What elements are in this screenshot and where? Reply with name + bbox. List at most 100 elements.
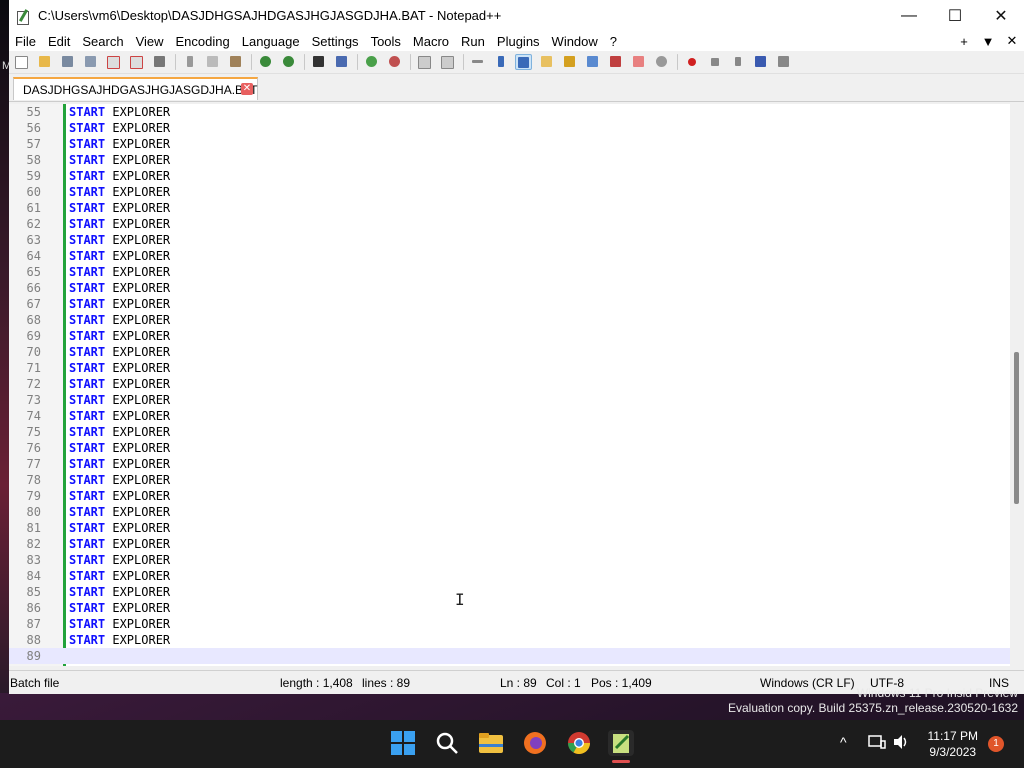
stop-recording-icon[interactable]	[706, 54, 723, 70]
close-all-icon[interactable]	[128, 54, 145, 70]
indent-guide-icon[interactable]	[515, 54, 532, 70]
code-line[interactable]: 72 START EXPLORER	[9, 376, 1010, 392]
code-line[interactable]: 70 START EXPLORER	[9, 344, 1010, 360]
tray-overflow-chevron-icon[interactable]: ^	[840, 734, 847, 750]
windows-start-icon[interactable]	[390, 730, 416, 756]
notepad-plus-plus-taskbar-icon[interactable]	[608, 730, 634, 763]
title-bar[interactable]: C:\Users\vm6\Desktop\DASJDHGSAJHDGASJHGJ…	[9, 0, 1024, 31]
sync-horizontal-icon[interactable]	[439, 54, 456, 70]
menu-file[interactable]: File	[9, 34, 42, 49]
code-line[interactable]: 62 START EXPLORER	[9, 216, 1010, 232]
firefox-icon[interactable]	[522, 730, 548, 756]
menu-edit[interactable]: Edit	[42, 34, 76, 49]
notification-badge[interactable]: 1	[988, 736, 1004, 752]
menu-view[interactable]: View	[130, 34, 170, 49]
tab-list-dropdown-button[interactable]: ▼	[976, 34, 1000, 49]
document-map-icon[interactable]	[584, 54, 601, 70]
run-macro-multiple-icon[interactable]	[752, 54, 769, 70]
code-line[interactable]: 56 START EXPLORER	[9, 120, 1010, 136]
code-line[interactable]: 64 START EXPLORER	[9, 248, 1010, 264]
close-button[interactable]: ✕	[978, 0, 1024, 31]
code-line[interactable]: 63 START EXPLORER	[9, 232, 1010, 248]
word-wrap-icon[interactable]	[469, 54, 486, 70]
editor-area[interactable]: 55 START EXPLORER 56 START EXPLORER 57 START …	[9, 104, 1024, 666]
code-line[interactable]: 58 START EXPLORER	[9, 152, 1010, 168]
redo-icon[interactable]	[280, 54, 297, 70]
code-line[interactable]: 88 START EXPLORER	[9, 632, 1010, 648]
close-document-button[interactable]: ✕	[1000, 33, 1024, 49]
network-icon[interactable]	[868, 734, 886, 753]
file-explorer-icon[interactable]	[478, 730, 504, 756]
user-defined-language-icon[interactable]	[538, 54, 555, 70]
folder-as-workspace-icon[interactable]	[630, 54, 647, 70]
code-line[interactable]: 84 START EXPLORER	[9, 568, 1010, 584]
code-line[interactable]: 82 START EXPLORER	[9, 536, 1010, 552]
function-list-icon[interactable]	[607, 54, 624, 70]
copy-icon[interactable]	[204, 54, 221, 70]
code-line[interactable]: 85 START EXPLORER	[9, 584, 1010, 600]
maximize-button[interactable]: ☐	[932, 0, 978, 31]
code-line[interactable]: 71 START EXPLORER	[9, 360, 1010, 376]
monitoring-icon[interactable]	[653, 54, 670, 70]
menu-settings[interactable]: Settings	[306, 34, 365, 49]
code-line[interactable]: 87 START EXPLORER	[9, 616, 1010, 632]
code-line[interactable]: 79 START EXPLORER	[9, 488, 1010, 504]
zoom-out-icon[interactable]	[386, 54, 403, 70]
vertical-scrollbar[interactable]	[1010, 104, 1024, 666]
paste-icon[interactable]	[227, 54, 244, 70]
undo-icon[interactable]	[257, 54, 274, 70]
new-file-icon[interactable]	[13, 54, 30, 70]
tab-document[interactable]: DASJDHGSAJHDGASJHGJASGDJHA.BAT ✕	[13, 77, 258, 100]
save-macro-icon[interactable]	[775, 54, 792, 70]
zoom-in-icon[interactable]	[363, 54, 380, 70]
search-icon[interactable]	[434, 730, 460, 756]
menu-encoding[interactable]: Encoding	[170, 34, 236, 49]
menu-run[interactable]: Run	[455, 34, 491, 49]
code-line[interactable]: 77 START EXPLORER	[9, 456, 1010, 472]
print-icon[interactable]	[151, 54, 168, 70]
show-all-characters-icon[interactable]	[492, 54, 509, 70]
sync-vertical-icon[interactable]	[416, 54, 433, 70]
code-line[interactable]: 78 START EXPLORER	[9, 472, 1010, 488]
code-line[interactable]: 68 START EXPLORER	[9, 312, 1010, 328]
menu-search[interactable]: Search	[76, 34, 129, 49]
volume-icon[interactable]	[892, 734, 910, 753]
code-line[interactable]: 57 START EXPLORER	[9, 136, 1010, 152]
code-line[interactable]: 83 START EXPLORER	[9, 552, 1010, 568]
chrome-icon[interactable]	[566, 730, 592, 756]
record-macro-icon[interactable]	[683, 54, 700, 70]
code-line[interactable]: 86 START EXPLORER	[9, 600, 1010, 616]
system-clock[interactable]: 11:17 PM 9/3/2023	[928, 728, 978, 760]
menu-language[interactable]: Language	[236, 34, 306, 49]
cut-icon[interactable]	[181, 54, 198, 70]
code-line[interactable]: 89	[9, 648, 1010, 664]
close-file-icon[interactable]	[105, 54, 122, 70]
code-line[interactable]: 80 START EXPLORER	[9, 504, 1010, 520]
code-line[interactable]: 75 START EXPLORER	[9, 424, 1010, 440]
play-macro-icon[interactable]	[729, 54, 746, 70]
code-line[interactable]: 73 START EXPLORER	[9, 392, 1010, 408]
menu-plugins[interactable]: Plugins	[491, 34, 546, 49]
code-line[interactable]: 55 START EXPLORER	[9, 104, 1010, 120]
code-line[interactable]: 60 START EXPLORER	[9, 184, 1010, 200]
code-line[interactable]: 81 START EXPLORER	[9, 520, 1010, 536]
tab-close-icon[interactable]: ✕	[241, 83, 253, 95]
minimize-button[interactable]: —	[886, 0, 932, 31]
save-icon[interactable]	[59, 54, 76, 70]
code-line[interactable]: 74 START EXPLORER	[9, 408, 1010, 424]
code-line[interactable]: 67 START EXPLORER	[9, 296, 1010, 312]
menu-help[interactable]: ?	[604, 34, 623, 49]
code-line[interactable]: 59 START EXPLORER	[9, 168, 1010, 184]
add-tab-button[interactable]: +	[952, 34, 976, 49]
scrollbar-thumb[interactable]	[1014, 352, 1019, 504]
save-all-icon[interactable]	[82, 54, 99, 70]
code-line[interactable]: 61 START EXPLORER	[9, 200, 1010, 216]
code-line[interactable]: 66 START EXPLORER	[9, 280, 1010, 296]
replace-icon[interactable]	[333, 54, 350, 70]
find-icon[interactable]	[310, 54, 327, 70]
menu-tools[interactable]: Tools	[365, 34, 407, 49]
menu-macro[interactable]: Macro	[407, 34, 455, 49]
code-line[interactable]: 65 START EXPLORER	[9, 264, 1010, 280]
code-line[interactable]: 76 START EXPLORER	[9, 440, 1010, 456]
menu-window[interactable]: Window	[546, 34, 604, 49]
